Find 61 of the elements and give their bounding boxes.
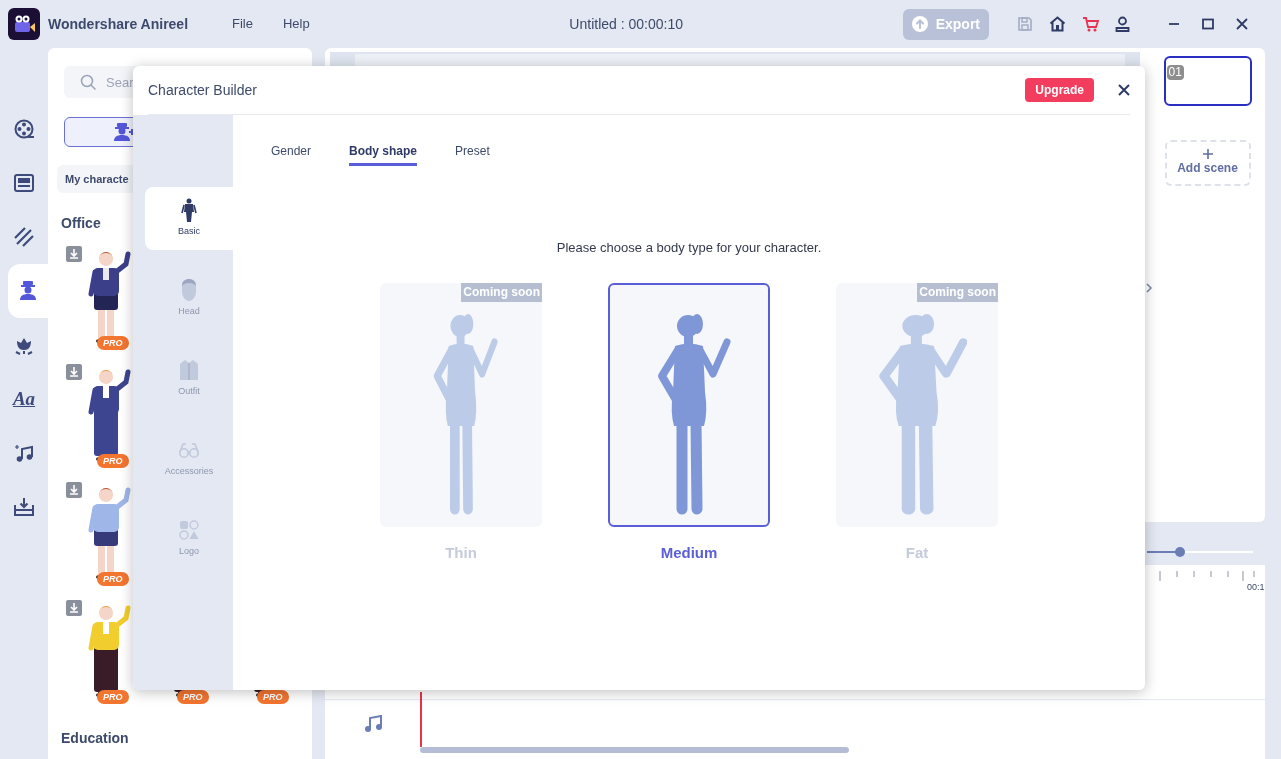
prompt-text: Please choose a body type for your character. [556,239,822,257]
menu-item[interactable]: Help [282,14,310,34]
search-icon [80,74,97,91]
project-title: Untitled : 00:00:10 [569,14,683,34]
download-icon[interactable] [66,482,82,498]
body-type-label: Thin [445,542,477,563]
maximize-icon[interactable] [1202,18,1214,30]
plus-icon [1202,149,1213,159]
scrollbar[interactable] [420,747,849,753]
download-icon[interactable] [66,246,82,262]
tab[interactable]: Gender [271,142,312,166]
body-type-label: Fat [905,542,929,563]
side-nav-item[interactable]: Logo [145,507,233,570]
text-tool-icon[interactable]: Aa [12,384,36,414]
tab[interactable]: Body shape [349,142,418,166]
download-icon[interactable] [66,364,82,380]
diagonal-lines-icon[interactable] [14,227,34,247]
side-nav-item[interactable]: Outfit [145,347,233,410]
coming-soon-badge: Coming soon [461,282,542,302]
coming-soon-badge: Coming soon [917,282,998,302]
download-tray-icon[interactable] [14,497,34,517]
pro-badge: PRO [97,572,129,586]
person-icon [18,281,38,301]
person-add-icon [113,123,135,142]
upgrade-button[interactable]: Upgrade [1025,78,1094,102]
pro-badge: PRO [177,690,209,704]
music-icon [364,715,382,733]
close-icon[interactable] [1118,84,1130,96]
pro-badge: PRO [97,336,129,350]
upload-icon [911,16,928,32]
shapes-icon [179,518,199,543]
side-nav-item[interactable]: Basic [145,187,233,250]
user-icon[interactable] [1115,16,1130,32]
rail-tab[interactable] [8,264,48,318]
scene-thumbnail[interactable]: 01 [1163,56,1252,106]
app-title: Wondershare Anireel [48,14,190,34]
scene-number: 01 [1166,65,1184,80]
music-note-icon[interactable] [14,443,34,463]
body-icon [179,198,199,223]
tab[interactable]: Preset [455,142,490,166]
pro-badge: PRO [97,690,129,704]
body-type-label: Medium [660,542,718,563]
layout-icon[interactable] [14,173,34,193]
time-label: 00:1 [1247,581,1265,594]
add-scene-button[interactable]: Add scene [1164,140,1251,186]
pro-badge: PRO [257,690,289,704]
film-reel-icon[interactable] [14,119,34,139]
section-title: Office [61,214,101,233]
home-icon[interactable] [1049,16,1066,32]
body-type-card[interactable] [608,282,770,527]
dialog-title: Character Builder [148,80,258,100]
shirt-icon [179,358,199,383]
head-icon [179,278,199,303]
pro-badge: PRO [97,454,129,468]
side-nav-item[interactable]: Accessories [145,427,233,490]
menu-item[interactable]: File [232,14,253,34]
close-icon[interactable] [1236,18,1248,30]
download-icon[interactable] [66,600,82,616]
section-title: Education [61,729,129,748]
cart-icon[interactable] [1082,16,1099,32]
app-logo-icon [8,8,40,40]
